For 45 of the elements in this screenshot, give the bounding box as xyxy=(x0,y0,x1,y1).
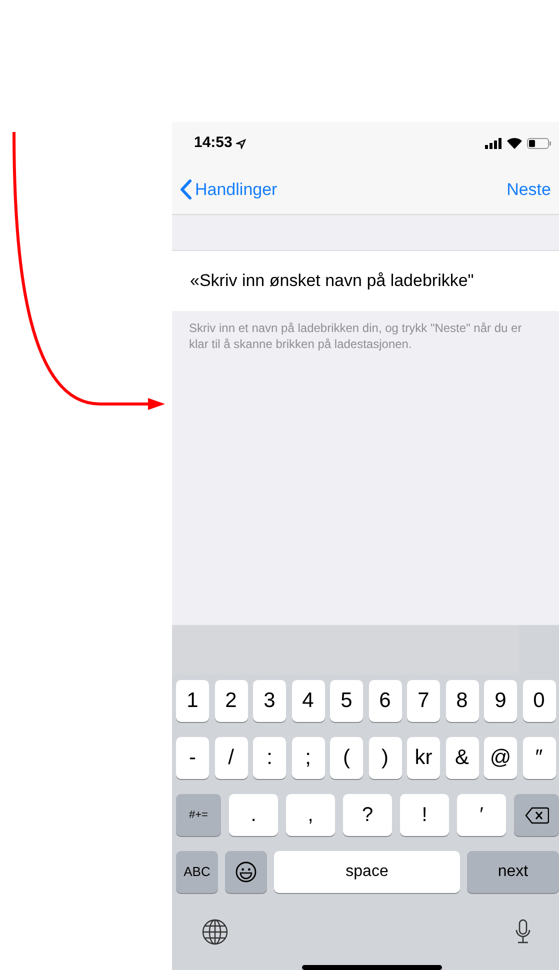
back-button[interactable]: Handlinger xyxy=(180,176,278,202)
location-arrow-icon xyxy=(236,138,246,148)
key[interactable]: ″ xyxy=(522,737,556,779)
status-time: 14:53 xyxy=(194,133,232,154)
key[interactable]: kr xyxy=(407,737,440,779)
key[interactable]: ) xyxy=(368,737,402,779)
key[interactable]: 2 xyxy=(214,680,248,722)
key[interactable]: ( xyxy=(330,737,363,779)
name-input-field[interactable]: «Skriv inn ønsket navn på ladebrikke" xyxy=(172,251,559,311)
battery-icon xyxy=(527,138,551,149)
key[interactable]: - xyxy=(176,737,209,779)
key[interactable]: / xyxy=(214,737,248,779)
next-button[interactable]: Neste xyxy=(506,176,551,202)
key[interactable]: : xyxy=(253,737,286,779)
microphone-icon[interactable] xyxy=(515,918,531,944)
key[interactable]: . xyxy=(229,794,278,836)
key[interactable]: next xyxy=(467,851,559,893)
key[interactable]: & xyxy=(446,737,478,779)
help-text: Skriv inn et navn på ladebrikken din, og trykk "Neste" når du er klar til å skanne brikken på ladestasjonen. xyxy=(189,320,523,352)
key[interactable]: @ xyxy=(484,737,517,779)
key[interactable]: ′ xyxy=(457,794,506,836)
key[interactable]: ? xyxy=(343,794,392,836)
wifi-icon xyxy=(507,138,522,149)
smiley-icon xyxy=(235,861,257,883)
key[interactable]: 9 xyxy=(484,680,517,722)
signal-icon xyxy=(485,138,502,149)
emoji-key[interactable] xyxy=(225,851,267,893)
key[interactable]: ! xyxy=(400,794,449,836)
key[interactable]: 0 xyxy=(522,680,556,722)
key[interactable]: 4 xyxy=(292,680,324,722)
backspace-icon xyxy=(524,806,548,824)
delete-key[interactable] xyxy=(514,794,559,836)
key[interactable]: ABC xyxy=(176,851,218,893)
key[interactable]: ; xyxy=(292,737,324,779)
chevron-left-icon xyxy=(180,179,192,200)
key[interactable]: 5 xyxy=(330,680,363,722)
key[interactable]: 1 xyxy=(176,680,209,722)
key[interactable]: #+= xyxy=(176,794,221,836)
globe-icon[interactable] xyxy=(202,918,228,944)
key[interactable]: , xyxy=(286,794,335,836)
key[interactable]: 3 xyxy=(253,680,286,722)
key[interactable]: 8 xyxy=(446,680,478,722)
key[interactable]: 7 xyxy=(407,680,440,722)
space-key[interactable]: space xyxy=(274,851,460,893)
key[interactable]: 6 xyxy=(368,680,402,722)
